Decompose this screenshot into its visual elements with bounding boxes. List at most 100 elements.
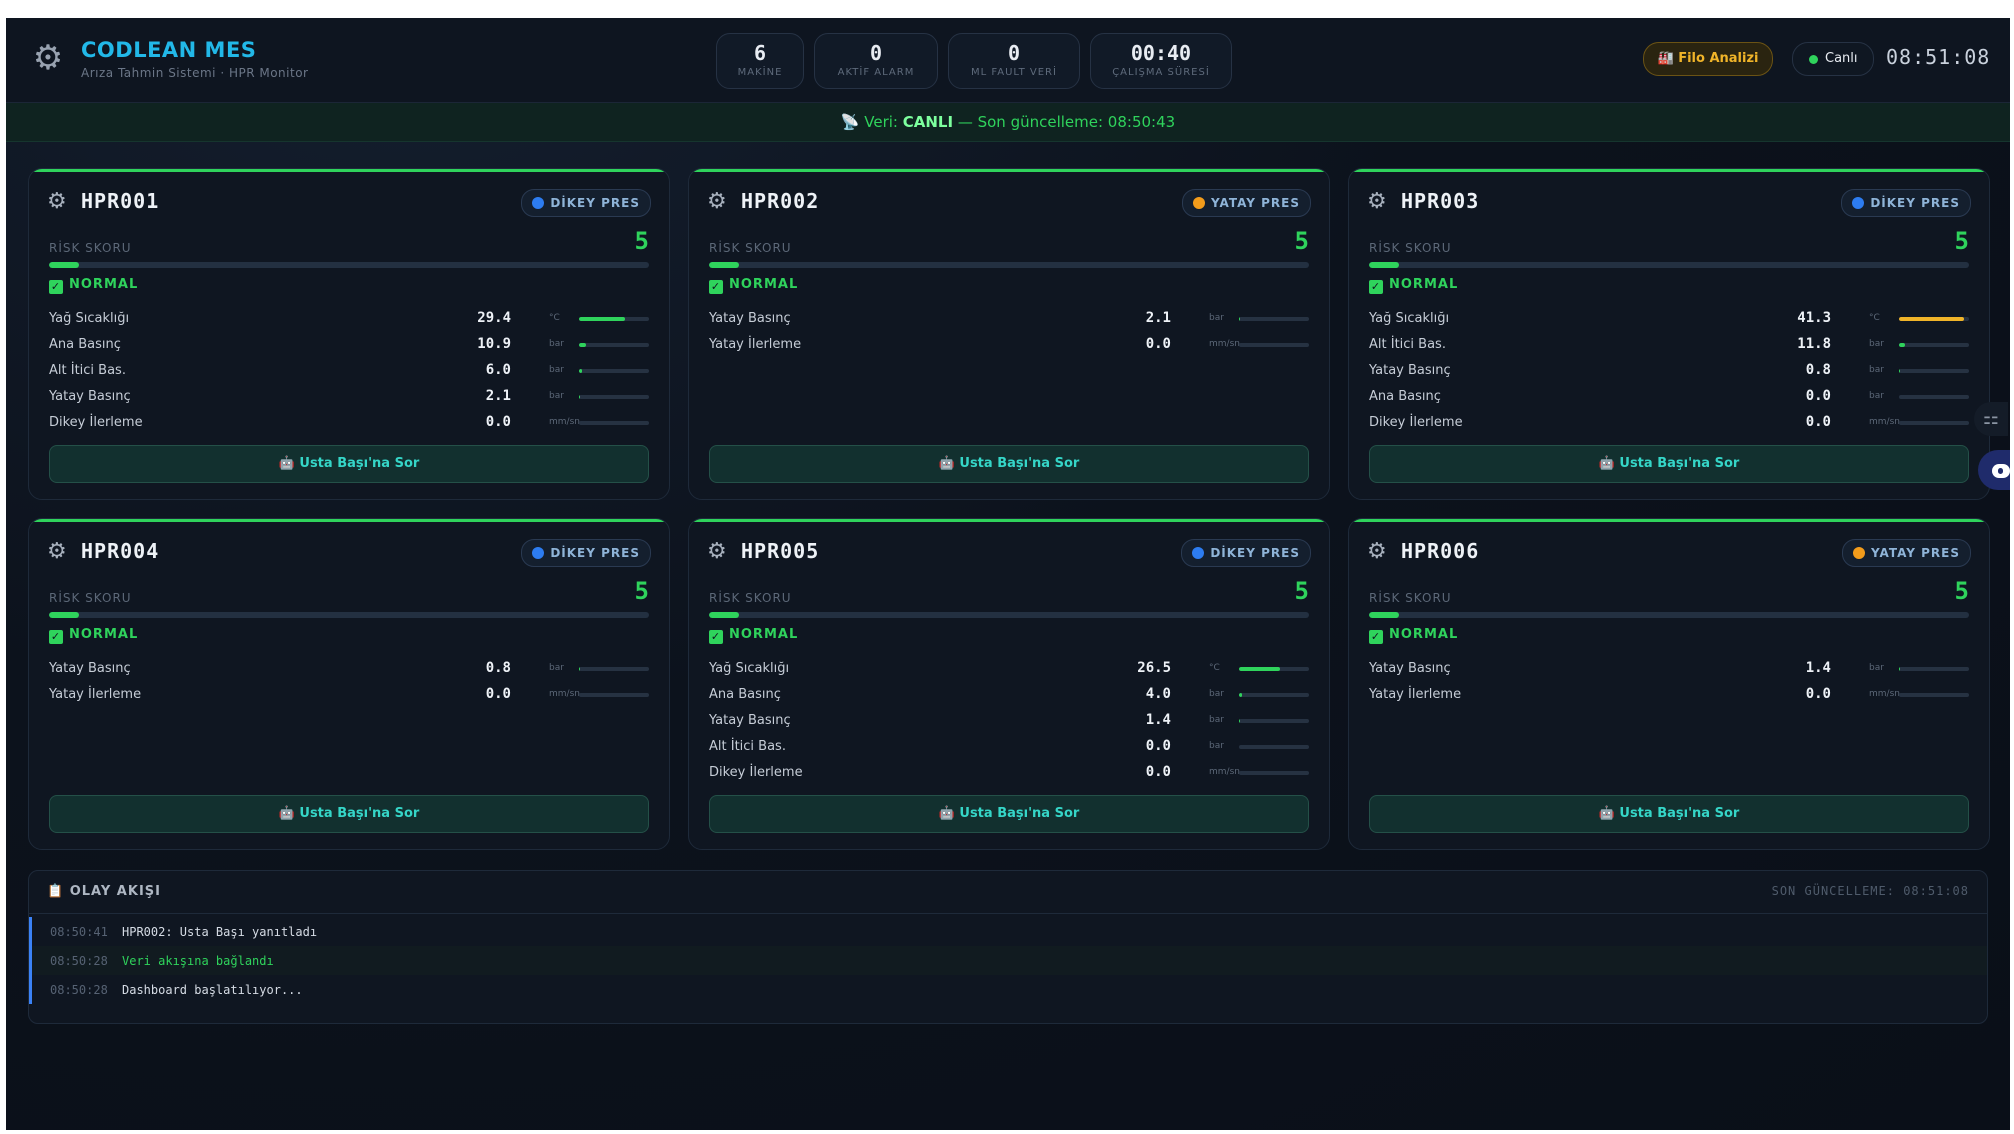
machine-name: HPR006 bbox=[1401, 539, 1480, 563]
status-badge: ✓ NORMAL bbox=[1369, 277, 1458, 294]
sensor-unit: bar bbox=[1209, 715, 1224, 725]
machine-card: ⚙ HPR006 YATAY PRES RİSK SKORU 5 ✓ NORMAL Yatay… bbox=[1348, 518, 1990, 850]
sensor-value: 0.0 bbox=[1805, 388, 1831, 404]
stat-active-alarm: 0 AKTİF ALARM bbox=[814, 33, 938, 89]
ask-foreman-button[interactable]: 🤖 Usta Başı'na Sor bbox=[1369, 445, 1969, 483]
sensor-label: Ana Basınç bbox=[49, 337, 121, 352]
sensor-label: Yatay Basınç bbox=[1369, 661, 1451, 676]
machine-card: ⚙ HPR004 DİKEY PRES RİSK SKORU 5 ✓ NORMAL Yatay… bbox=[28, 518, 670, 850]
sensor-value: 0.0 bbox=[1145, 738, 1171, 754]
sensor-label: Yatay Basınç bbox=[1369, 363, 1451, 378]
sensor-label: Ana Basınç bbox=[709, 687, 781, 702]
sensor-row: Ana Basınç 10.9 bar bbox=[49, 333, 649, 359]
card-status-line bbox=[29, 169, 669, 172]
machine-type-label: YATAY PRES bbox=[1870, 546, 1960, 560]
ask-foreman-button[interactable]: 🤖 Usta Başı'na Sor bbox=[49, 445, 649, 483]
risk-score: 5 bbox=[1294, 227, 1309, 255]
live-label: Canlı bbox=[1825, 51, 1858, 66]
apps-grid-icon[interactable]: ⚏ bbox=[1974, 402, 2008, 436]
machine-type-label: DİKEY PRES bbox=[550, 546, 640, 560]
sensor-label: Alt İtici Bas. bbox=[49, 363, 126, 378]
sensor-row: Yatay İlerleme 0.0 mm/sn bbox=[709, 333, 1309, 359]
stat-ml-fault: 0 ML FAULT VERİ bbox=[948, 33, 1080, 89]
sensor-value: 0.0 bbox=[485, 686, 511, 702]
machine-type-badge: YATAY PRES bbox=[1841, 539, 1971, 567]
machine-type-badge: YATAY PRES bbox=[1181, 189, 1311, 217]
sensor-value: 29.4 bbox=[477, 310, 511, 326]
risk-score: 5 bbox=[634, 577, 649, 605]
type-dot-icon bbox=[1852, 547, 1865, 559]
risk-bar-fill bbox=[49, 262, 79, 268]
ask-foreman-button[interactable]: 🤖 Usta Başı'na Sor bbox=[49, 795, 649, 833]
sensor-unit: bar bbox=[1869, 663, 1884, 673]
gear-icon: ⚙ bbox=[47, 539, 67, 564]
sensor-list: Yatay Basınç 0.8 bar Yatay İlerleme 0.0 mm/sn bbox=[49, 657, 649, 709]
brand-title: CODLEAN MES bbox=[81, 38, 257, 62]
sensor-row: Yatay Basınç 1.4 bar bbox=[1369, 657, 1969, 683]
sensor-bar bbox=[1899, 369, 1969, 373]
ask-foreman-button[interactable]: 🤖 Usta Başı'na Sor bbox=[709, 445, 1309, 483]
sensor-bar-fill bbox=[579, 395, 581, 399]
status-badge: ✓ NORMAL bbox=[49, 627, 138, 644]
sensor-row: Yatay İlerleme 0.0 mm/sn bbox=[49, 683, 649, 709]
check-icon: ✓ bbox=[49, 630, 63, 644]
sensor-row: Yatay Basınç 2.1 bar bbox=[709, 307, 1309, 333]
stat-machines: 6 MAKİNE bbox=[716, 33, 804, 89]
sensor-value: 2.1 bbox=[485, 388, 511, 404]
stat-value: 6 bbox=[753, 41, 767, 65]
ask-foreman-button[interactable]: 🤖 Usta Başı'na Sor bbox=[709, 795, 1309, 833]
event-message: Veri akışına bağlandı bbox=[122, 954, 274, 968]
sensor-label: Yatay Basınç bbox=[49, 389, 131, 404]
status-badge: ✓ NORMAL bbox=[49, 277, 138, 294]
sensor-value: 4.0 bbox=[1145, 686, 1171, 702]
sensor-row: Ana Basınç 0.0 bar bbox=[1369, 385, 1969, 411]
event-time: 08:50:41 bbox=[50, 925, 108, 939]
event-feed: 📋 OLAY AKIŞI SON GÜNCELLEME: 08:51:08 08… bbox=[28, 870, 1988, 1024]
sensor-row: Yağ Sıcaklığı 26.5 °C bbox=[709, 657, 1309, 683]
gear-logo-icon: ⚙ bbox=[32, 38, 64, 78]
sensor-row: Yağ Sıcaklığı 29.4 °C bbox=[49, 307, 649, 333]
risk-score: 5 bbox=[1294, 577, 1309, 605]
dashboard: ⚙ CODLEAN MES Arıza Tahmin Sistemi · HPR… bbox=[6, 18, 2010, 1130]
risk-label: RİSK SKORU bbox=[49, 241, 132, 255]
assistant-bot-icon[interactable] bbox=[1978, 450, 2010, 490]
sensor-label: Yatay Basınç bbox=[709, 311, 791, 326]
event-feed-header: 📋 OLAY AKIŞI SON GÜNCELLEME: 08:51:08 bbox=[29, 871, 1987, 914]
top-header: ⚙ CODLEAN MES Arıza Tahmin Sistemi · HPR… bbox=[6, 18, 2010, 103]
check-icon: ✓ bbox=[709, 630, 723, 644]
machine-card: ⚙ HPR002 YATAY PRES RİSK SKORU 5 ✓ NORMAL Yatay… bbox=[688, 168, 1330, 500]
fleet-analysis-button[interactable]: 🏭 Filo Analizi bbox=[1643, 42, 1773, 76]
machine-type-badge: DİKEY PRES bbox=[521, 189, 651, 217]
stat-label: ML FAULT VERİ bbox=[971, 67, 1057, 78]
sensor-unit: mm/sn bbox=[1209, 339, 1240, 349]
sensor-label: Yatay İlerleme bbox=[49, 687, 142, 702]
sensor-unit: mm/sn bbox=[549, 689, 580, 699]
status-text: NORMAL bbox=[729, 277, 799, 292]
risk-bar bbox=[49, 612, 649, 618]
machine-name: HPR003 bbox=[1401, 189, 1480, 213]
sensor-bar bbox=[1899, 421, 1969, 425]
sensor-bar bbox=[579, 395, 649, 399]
machine-name: HPR004 bbox=[81, 539, 160, 563]
live-toggle[interactable]: Canlı bbox=[1792, 42, 1874, 76]
status-badge: ✓ NORMAL bbox=[1369, 627, 1458, 644]
gear-icon: ⚙ bbox=[1367, 539, 1387, 564]
status-suffix: — Son güncelleme: 08:50:43 bbox=[953, 113, 1176, 131]
sensor-value: 41.3 bbox=[1797, 310, 1831, 326]
machine-type-badge: DİKEY PRES bbox=[1181, 539, 1311, 567]
ask-foreman-button[interactable]: 🤖 Usta Başı'na Sor bbox=[1369, 795, 1969, 833]
stat-label: ÇALIŞMA SÜRESİ bbox=[1112, 67, 1210, 78]
sensor-bar bbox=[1239, 719, 1309, 723]
sensor-value: 1.4 bbox=[1805, 660, 1831, 676]
status-text: NORMAL bbox=[729, 627, 799, 642]
status-badge: ✓ NORMAL bbox=[709, 627, 798, 644]
check-icon: ✓ bbox=[49, 280, 63, 294]
stat-label: AKTİF ALARM bbox=[837, 67, 915, 78]
sensor-unit: bar bbox=[1869, 365, 1884, 375]
sensor-value: 26.5 bbox=[1137, 660, 1171, 676]
sensor-row: Dikey İlerleme 0.0 mm/sn bbox=[49, 411, 649, 437]
card-status-line bbox=[29, 519, 669, 522]
event-time: 08:50:28 bbox=[50, 983, 108, 997]
risk-label: RİSK SKORU bbox=[1369, 241, 1452, 255]
clock: 08:51:08 bbox=[1886, 45, 1991, 69]
